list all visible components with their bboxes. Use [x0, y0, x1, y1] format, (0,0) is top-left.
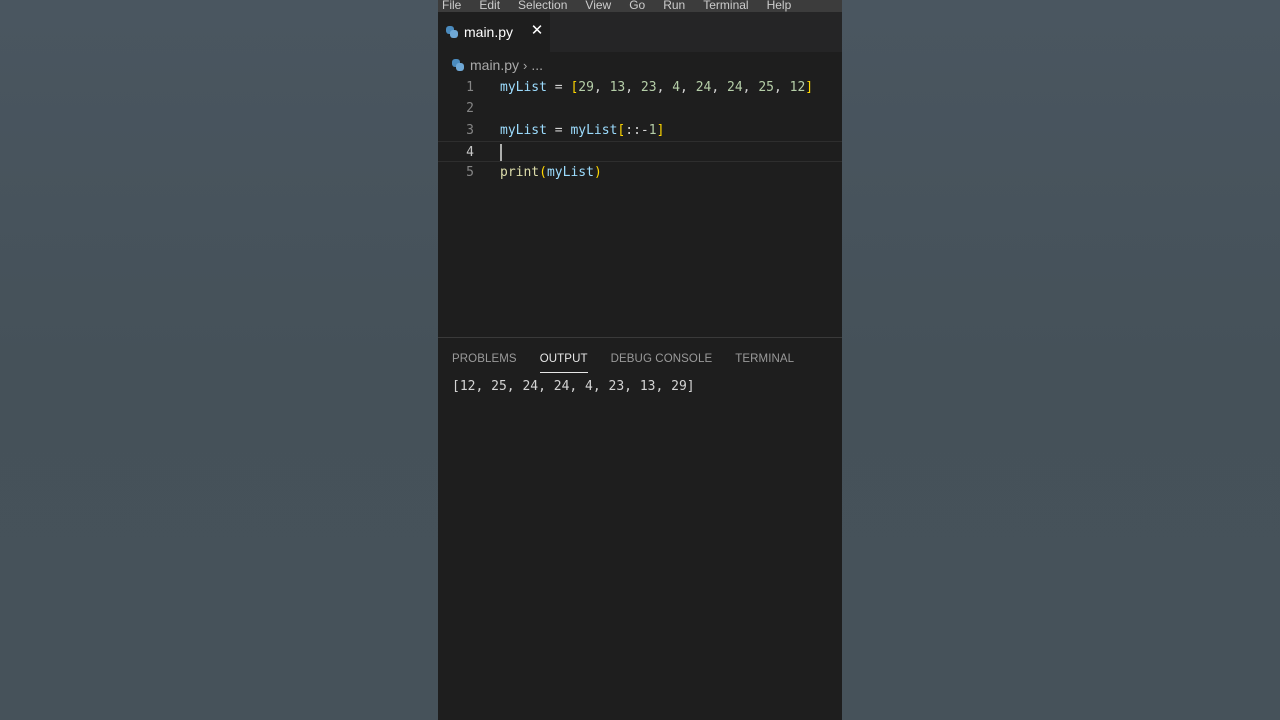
code-token: 1 — [648, 122, 657, 138]
breadcrumb: main.py › ... — [452, 55, 543, 75]
code-token: 4 — [672, 80, 681, 95]
menu-bar: File Edit Selection View Go Run Terminal… — [438, 0, 842, 12]
code-token: ] — [656, 122, 665, 138]
code-token: = — [546, 80, 571, 95]
text-cursor — [500, 143, 502, 161]
code-token: myList — [546, 165, 594, 181]
code-token: , — [773, 80, 790, 95]
code-line[interactable]: 3 myList = myList[::-1] — [438, 120, 842, 141]
code-token: 12 — [789, 80, 806, 95]
panel-tab-debug-console[interactable]: DEBUG CONSOLE — [611, 350, 713, 372]
breadcrumb-file[interactable]: main.py — [470, 57, 519, 73]
code-text: myList = [29, 13, 23, 4, 24, 24, 25, 12] — [500, 77, 813, 98]
code-token: ( — [539, 165, 547, 181]
code-token: 13 — [609, 80, 626, 95]
code-token: 23 — [640, 80, 657, 95]
menu-item-terminal[interactable]: Terminal — [703, 0, 748, 12]
menu-item-go[interactable]: Go — [629, 0, 645, 12]
tab-bar: main.py ✕ — [438, 12, 842, 52]
code-text: myList = myList[::-1] — [500, 120, 664, 141]
menu-item-selection[interactable]: Selection — [518, 0, 567, 12]
code-token: myList — [500, 122, 547, 138]
code-token: , — [680, 80, 696, 95]
panel-tabs: PROBLEMS OUTPUT DEBUG CONSOLE TERMINAL — [452, 350, 817, 376]
code-token: print — [500, 165, 540, 181]
close-icon[interactable]: ✕ — [530, 22, 544, 40]
panel-tab-output[interactable]: OUTPUT — [539, 350, 588, 373]
bottom-panel: PROBLEMS OUTPUT DEBUG CONSOLE TERMINAL [12,… — [438, 337, 842, 720]
code-token: 24 — [695, 80, 712, 95]
code-token: , — [625, 80, 641, 95]
code-line[interactable]: 1 myList = [29, 13, 23, 4, 24, 24, 25, 12… — [438, 77, 842, 98]
code-editor[interactable]: 1 myList = [29, 13, 23, 4, 24, 24, 25, 12… — [438, 77, 842, 183]
line-number: 3 — [466, 122, 474, 138]
tab-main-py[interactable]: main.py ✕ — [438, 12, 550, 52]
code-line[interactable]: 4 — [438, 140, 842, 163]
tab-label: main.py — [464, 24, 514, 40]
code-token: 25 — [758, 80, 774, 95]
code-token: , — [656, 80, 673, 95]
breadcrumb-symbols[interactable]: ... — [531, 57, 543, 73]
background-left — [0, 0, 438, 720]
python-file-icon — [452, 59, 464, 71]
code-token: = — [546, 122, 571, 138]
menu-item-help[interactable]: Help — [767, 0, 792, 12]
menu-item-edit[interactable]: Edit — [479, 0, 500, 12]
code-line[interactable]: 5 print(myList) — [438, 162, 842, 183]
code-token: , — [593, 80, 610, 95]
line-number: 2 — [466, 101, 474, 117]
panel-tab-problems[interactable]: PROBLEMS — [452, 350, 517, 372]
menu-item-file[interactable]: File — [442, 0, 461, 12]
line-number: 5 — [466, 165, 474, 181]
code-line[interactable]: 2 — [438, 98, 842, 119]
code-token: myList — [570, 122, 618, 138]
background-right — [842, 0, 1280, 720]
code-token: 29 — [578, 80, 594, 95]
line-number: 4 — [466, 144, 474, 160]
code-token: , — [711, 80, 728, 95]
panel-tab-terminal[interactable]: TERMINAL — [735, 350, 794, 372]
code-text: print(myList) — [500, 162, 602, 183]
code-token: myList — [500, 80, 547, 95]
line-number: 1 — [466, 80, 474, 95]
python-file-icon — [446, 26, 458, 38]
code-token: ::- — [625, 122, 649, 138]
code-token: 24 — [727, 80, 743, 95]
menu-item-view[interactable]: View — [585, 0, 611, 12]
editor-window: File Edit Selection View Go Run Terminal… — [438, 0, 842, 720]
code-token: , — [742, 80, 759, 95]
output-text: [12, 25, 24, 24, 4, 23, 13, 29] — [452, 379, 695, 394]
menu-item-run[interactable]: Run — [663, 0, 685, 12]
code-token: ) — [593, 165, 602, 181]
code-token: ] — [805, 80, 814, 95]
chevron-right-icon: › — [523, 57, 528, 73]
